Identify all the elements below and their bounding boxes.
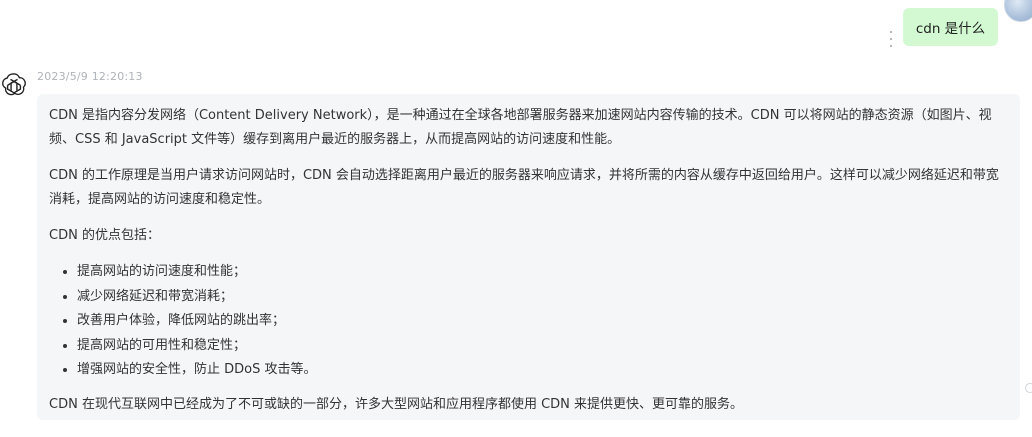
list-item: 提高网站的访问速度和性能； (77, 260, 1008, 285)
scroll-indicator-icon (1025, 383, 1032, 393)
bot-paragraph-principle: CDN 的工作原理是当用户请求访问网站时，CDN 会自动选择距离用户最近的服务器… (49, 168, 999, 207)
more-vertical-icon[interactable] (887, 31, 895, 47)
bot-paragraph-conclusion: CDN 在现代互联网中已经成为了不可或缺的一部分，许多大型网站和应用程序都使用 … (49, 396, 744, 412)
chat-page: cdn 是什么 2023/5/9 12:20:13 CDN 是指内容分发网络（C… (0, 0, 1032, 437)
bot-paragraph-advantages-heading: CDN 的优点包括： (49, 228, 160, 243)
message-timestamp: 2023/5/9 12:20:13 (37, 70, 143, 83)
user-message-bubble: cdn 是什么 (903, 8, 998, 46)
list-item: 提高网站的可用性和稳定性； (77, 334, 1008, 359)
list-item: 减少网络延迟和带宽消耗； (77, 285, 1008, 310)
openai-logo-icon (2, 73, 26, 96)
advantages-list: 提高网站的访问速度和性能； 减少网络延迟和带宽消耗； 改善用户体验，降低网站的跳… (49, 260, 1008, 383)
user-avatar[interactable] (1004, 0, 1032, 22)
user-message-text: cdn 是什么 (915, 21, 986, 37)
list-item: 改善用户体验，降低网站的跳出率； (77, 309, 1008, 334)
bot-paragraph-intro: CDN 是指内容分发网络（Content Delivery Network），是… (49, 108, 992, 147)
list-item: 增强网站的安全性，防止 DDoS 攻击等。 (77, 358, 1008, 383)
bot-message-bubble: CDN 是指内容分发网络（Content Delivery Network），是… (37, 94, 1020, 420)
